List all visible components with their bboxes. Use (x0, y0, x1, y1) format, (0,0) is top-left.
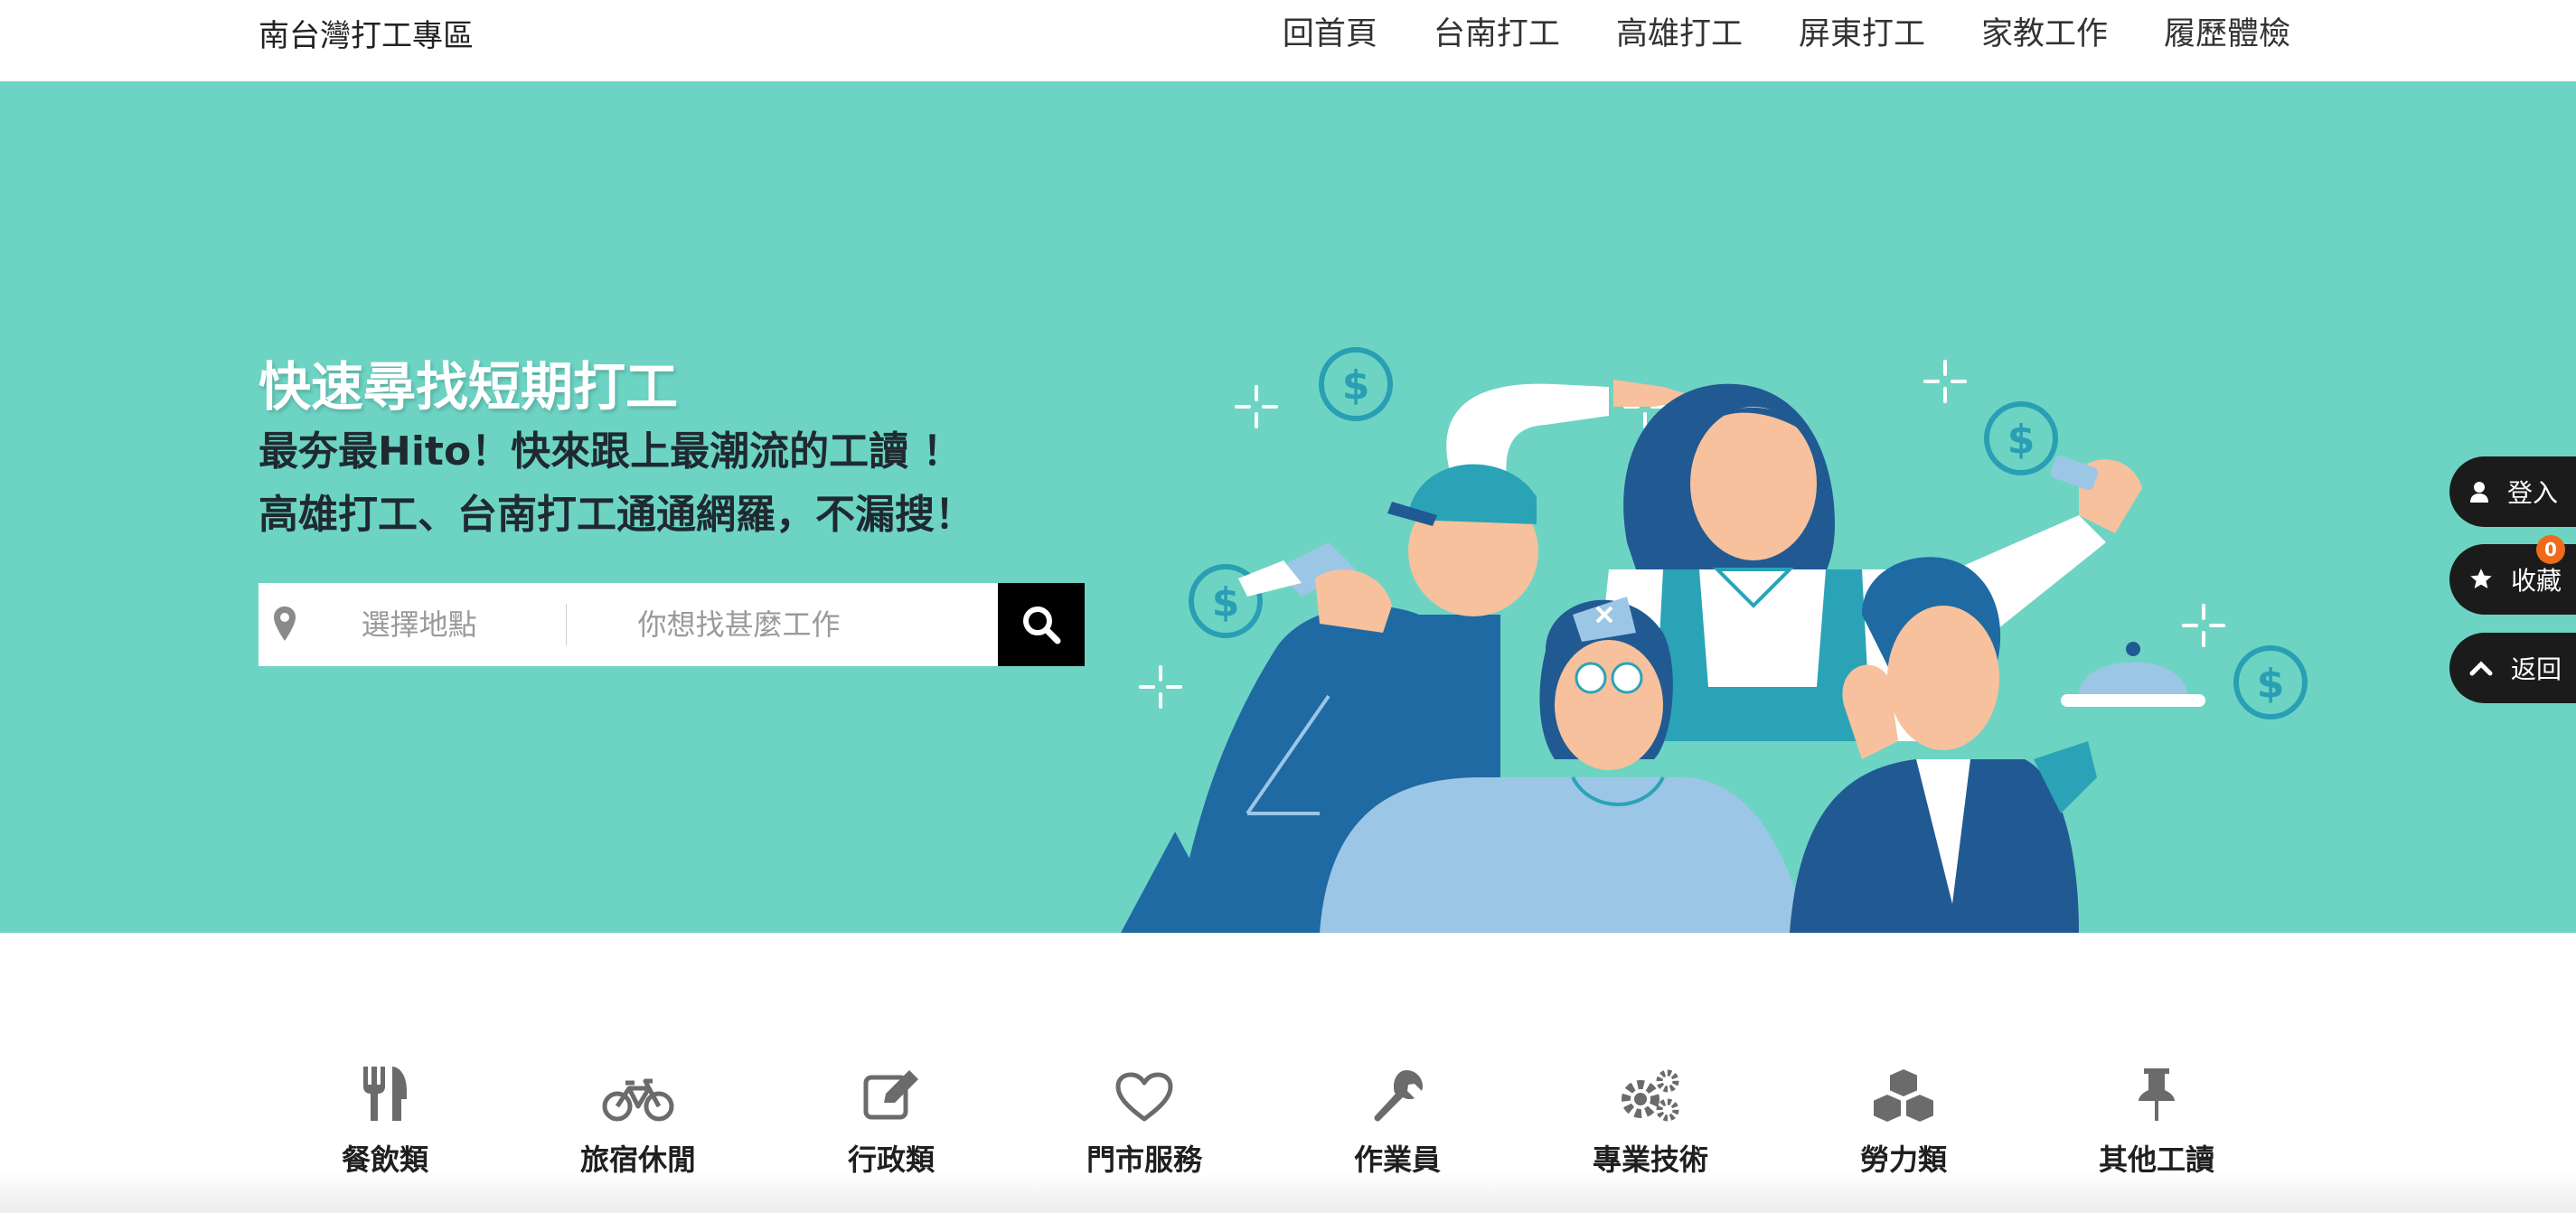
bicycle-icon (602, 1048, 674, 1123)
hero-tagline-2: 高雄打工、台南打工通通網羅，不漏搜！ (259, 492, 974, 538)
location-select[interactable] (310, 583, 566, 666)
bottom-fade (0, 1171, 2576, 1213)
login-label: 登入 (2507, 478, 2559, 508)
category-technical[interactable]: 專業技術 (1524, 1048, 1777, 1184)
job-keyword-input[interactable] (567, 583, 999, 666)
hero-tagline-1: 最夯最Hito！快來跟上最潮流的工讀 ！ (259, 428, 963, 475)
favorites-count-badge: 0 (2536, 535, 2565, 564)
search-button[interactable] (998, 583, 1085, 666)
nav-tutor-jobs[interactable]: 家教工作 (1981, 13, 2108, 56)
nav-home[interactable]: 回首頁 (1283, 13, 1377, 56)
svg-text:$: $ (1212, 579, 1240, 625)
job-categories: 餐飲類 旅宿休閒 行政類 門市服務 作業員 專業技術 勞力類 其他工讀 (259, 1048, 2283, 1184)
favorites-float-button[interactable]: 0 收藏 (2449, 535, 2576, 615)
login-float-button[interactable]: 登入 (2449, 456, 2576, 527)
hero-title: 快速尋找短期打工 (259, 356, 679, 418)
svg-text:$: $ (1342, 362, 1370, 409)
svg-text:$: $ (2257, 661, 2285, 707)
svg-text:$: $ (2007, 417, 2035, 463)
utensils-icon (360, 1048, 410, 1123)
back-to-top-button[interactable]: 返回 (2449, 633, 2576, 703)
favorites-label: 收藏 (2511, 566, 2562, 596)
pushpin-icon (2137, 1048, 2176, 1123)
wrench-icon (1370, 1048, 1424, 1123)
cubes-icon (1869, 1048, 1938, 1123)
nav-resume-check[interactable]: 履歷體檢 (2164, 13, 2290, 56)
edit-icon (862, 1048, 920, 1123)
gears-icon (1619, 1048, 1682, 1123)
job-search-bar (259, 583, 1085, 666)
chevron-up-icon (2469, 661, 2493, 676)
heart-icon (1115, 1048, 1173, 1123)
search-icon (1023, 606, 1061, 644)
site-brand[interactable]: 南台灣打工專區 (259, 16, 474, 56)
category-labor[interactable]: 勞力類 (1777, 1048, 2030, 1184)
map-pin-icon (259, 583, 311, 666)
back-label: 返回 (2511, 654, 2562, 684)
nav-kaohsiung-jobs[interactable]: 高雄打工 (1616, 13, 1743, 56)
hero-banner: 快速尋找短期打工 最夯最Hito！快來跟上最潮流的工讀 ！ 高雄打工、台南打工通… (0, 81, 2576, 933)
hero-illustration: $ $ $ $ (1121, 347, 2308, 933)
category-other-parttime[interactable]: 其他工讀 (2030, 1048, 2283, 1184)
main-nav: 回首頁 台南打工 高雄打工 屏東打工 家教工作 履歷體檢 (1283, 13, 2290, 56)
user-icon (2470, 482, 2488, 503)
category-administrative[interactable]: 行政類 (765, 1048, 1018, 1184)
nav-pingtung-jobs[interactable]: 屏東打工 (1799, 13, 1925, 56)
category-hospitality-leisure[interactable]: 旅宿休閒 (512, 1048, 765, 1184)
star-icon (2470, 569, 2492, 588)
nav-tainan-jobs[interactable]: 台南打工 (1434, 13, 1560, 56)
category-operator[interactable]: 作業員 (1271, 1048, 1524, 1184)
category-food-beverage[interactable]: 餐飲類 (259, 1048, 512, 1184)
site-header: 南台灣打工專區 回首頁 台南打工 高雄打工 屏東打工 家教工作 履歷體檢 (0, 0, 2576, 81)
category-retail-service[interactable]: 門市服務 (1018, 1048, 1271, 1184)
